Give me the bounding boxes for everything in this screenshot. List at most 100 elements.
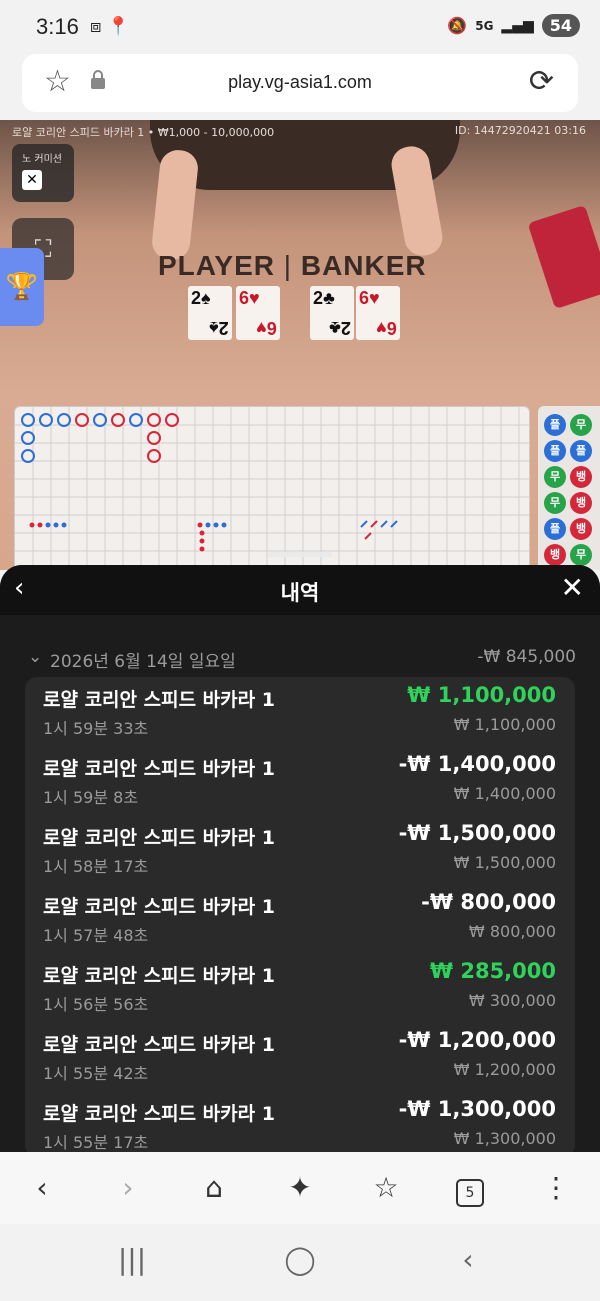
round-id: ID: 14472920421 03:16 [454, 124, 586, 137]
bet-time: 1시 59분 33초 [43, 719, 149, 738]
history-row[interactable]: 로얄 코리안 스피드 바카라 1 1시 59분 33초 ₩ 1,100,000 … [25, 677, 575, 746]
banker-card-2: 6♥ 6♥ [356, 286, 400, 340]
status-bar: 3:16 ⧈ 📍 🔕 5G ▂▄▆ 54 [0, 0, 600, 56]
bet-time: 1시 56분 56초 [43, 995, 149, 1014]
trophy-icon[interactable]: 🏆 [0, 248, 44, 326]
result-amount: -₩ 1,300,000 [398, 1097, 556, 1121]
player-label: PLAYER [158, 250, 276, 281]
no-commission-label: 노 커미션 [22, 154, 62, 165]
result-amount: ₩ 285,000 [429, 959, 556, 983]
no-commission-toggle[interactable]: 노 커미션 ✕ [12, 144, 74, 202]
bead-chip: 무 [544, 492, 566, 514]
back-icon[interactable]: ‹ [12, 1168, 72, 1208]
browser-toolbar: ‹ › ⌂ ✦ ☆ 5 ⋮ [0, 1152, 600, 1224]
history-sheet: ‹ 내역 ✕ ⌄ 2026년 6월 14일 일요일 -₩ 845,000 로얄 … [0, 565, 600, 1157]
status-time: 3:16 [36, 14, 79, 39]
history-row[interactable]: 로얄 코리안 스피드 바카라 1 1시 57분 48초 -₩ 800,000 ₩… [25, 884, 575, 953]
bead-chip: 무 [570, 414, 592, 436]
battery-indicator: 54 [541, 14, 580, 37]
history-row[interactable]: 로얄 코리안 스피드 바카라 1 1시 56분 56초 ₩ 285,000 ₩ … [25, 953, 575, 1022]
history-row[interactable]: 로얄 코리안 스피드 바카라 1 1시 59분 8초 -₩ 1,400,000 … [25, 746, 575, 815]
roadmap-board[interactable] [14, 406, 530, 570]
close-icon[interactable]: ✕ [561, 571, 584, 604]
home-button-icon[interactable]: ◯ [270, 1240, 330, 1280]
url-text[interactable]: play.vg-asia1.com [22, 72, 578, 93]
player-card-1: 2♠ 2♠ [188, 286, 232, 340]
bet-amount: ₩ 1,300,000 [453, 1129, 556, 1148]
bead-road[interactable]: 플 무 플 플 무 뱅 무 뱅 플 뱅 뱅 무 [538, 406, 600, 570]
bet-time: 1시 57분 48초 [43, 926, 149, 945]
status-right: 🔕 5G ▂▄▆ 54 [447, 14, 580, 37]
player-card-2: 6♥ 6♥ [236, 286, 280, 340]
notification-icons: ⧈ 📍 [90, 16, 130, 37]
banker-label: BANKER [300, 250, 427, 281]
date-total: -₩ 845,000 [477, 647, 576, 667]
bead-chip: 플 [544, 440, 566, 462]
game-name: 로얄 코리안 스피드 바카라 1 [43, 689, 275, 711]
forward-icon[interactable]: › [98, 1168, 158, 1208]
bead-chip: 플 [544, 414, 566, 436]
bet-amount: ₩ 1,100,000 [453, 715, 556, 734]
bead-chip: 뱅 [570, 492, 592, 514]
reload-icon[interactable]: ⟳ [529, 64, 554, 99]
game-name: 로얄 코리안 스피드 바카라 1 [43, 1034, 275, 1056]
bead-chip: 뱅 [544, 544, 566, 566]
sheet-drag-handle[interactable] [268, 552, 332, 557]
tab-count: 5 [456, 1179, 484, 1207]
dealer-left-hand [150, 148, 200, 262]
system-back-icon[interactable]: ‹ [438, 1240, 498, 1280]
player-banker-label: PLAYER | BANKER [158, 250, 427, 281]
bead-chip: 무 [570, 544, 592, 566]
history-list: 로얄 코리안 스피드 바카라 1 1시 59분 33초 ₩ 1,100,000 … [25, 677, 575, 1157]
bet-time: 1시 59분 8초 [43, 788, 139, 807]
menu-icon[interactable]: ⋮ [526, 1168, 586, 1208]
mute-icon: 🔕 [447, 16, 468, 35]
game-name: 로얄 코리안 스피드 바카라 1 [43, 896, 275, 918]
bet-amount: ₩ 300,000 [468, 991, 556, 1010]
history-row[interactable]: 로얄 코리안 스피드 바카라 1 1시 55분 17초 -₩ 1,300,000… [25, 1091, 575, 1157]
tabs-button[interactable]: 5 [440, 1168, 500, 1208]
history-row[interactable]: 로얄 코리안 스피드 바카라 1 1시 58분 17초 -₩ 1,500,000… [25, 815, 575, 884]
bet-amount: ₩ 1,200,000 [453, 1060, 556, 1079]
close-icon[interactable]: ✕ [22, 170, 42, 190]
result-amount: ₩ 1,100,000 [407, 683, 556, 707]
bead-chip: 뱅 [570, 466, 592, 488]
bet-amount: ₩ 1,500,000 [453, 853, 556, 872]
network-label: 5G [475, 18, 494, 33]
bet-time: 1시 55분 42초 [43, 1064, 149, 1083]
banker-card-1: 2♣ 2♣ [310, 286, 354, 340]
bet-time: 1시 58분 17초 [43, 857, 149, 876]
result-amount: -₩ 800,000 [421, 890, 556, 914]
address-bar[interactable]: ☆ play.vg-asia1.com ⟳ [22, 54, 578, 112]
bookmarks-icon[interactable]: ☆ [356, 1168, 416, 1208]
game-name: 로얄 코리안 스피드 바카라 1 [43, 1103, 275, 1125]
result-amount: -₩ 1,400,000 [398, 752, 556, 776]
table-info: 로얄 코리안 스피드 바카라 1 • ₩1,000 - 10,000,000 [12, 126, 275, 139]
bead-chip: 플 [570, 440, 592, 462]
result-amount: -₩ 1,200,000 [398, 1028, 556, 1052]
bead-chip: 플 [544, 518, 566, 540]
chevron-down-icon[interactable]: ⌄ [28, 647, 42, 667]
recent-apps-icon[interactable]: ||| [102, 1240, 162, 1280]
game-name: 로얄 코리안 스피드 바카라 1 [43, 827, 275, 849]
bead-chip: 뱅 [570, 518, 592, 540]
bet-time: 1시 55분 17초 [43, 1133, 149, 1152]
result-amount: -₩ 1,500,000 [398, 821, 556, 845]
game-name: 로얄 코리안 스피드 바카라 1 [43, 965, 275, 987]
system-navigation: ||| ◯ ‹ [0, 1224, 600, 1301]
sheet-header: ‹ 내역 ✕ [0, 565, 600, 615]
bet-amount: ₩ 800,000 [468, 922, 556, 941]
sheet-title: 내역 [280, 581, 320, 605]
bet-amount: ₩ 1,400,000 [453, 784, 556, 803]
roadmap-grid [15, 407, 529, 569]
date-group-header[interactable]: ⌄ 2026년 6월 14일 일요일 -₩ 845,000 [28, 647, 576, 672]
history-row[interactable]: 로얄 코리안 스피드 바카라 1 1시 55분 42초 -₩ 1,200,000… [25, 1022, 575, 1091]
card-shoe [527, 204, 600, 310]
signal-icon: ▂▄▆ [501, 17, 534, 34]
home-icon[interactable]: ⌂ [184, 1168, 244, 1208]
live-game-view: 로얄 코리안 스피드 바카라 1 • ₩1,000 - 10,000,000 I… [0, 120, 600, 570]
ai-sparkle-icon[interactable]: ✦ [270, 1168, 330, 1208]
date-label: 2026년 6월 14일 일요일 [50, 652, 236, 672]
game-name: 로얄 코리안 스피드 바카라 1 [43, 758, 275, 780]
bead-chip: 무 [544, 466, 566, 488]
